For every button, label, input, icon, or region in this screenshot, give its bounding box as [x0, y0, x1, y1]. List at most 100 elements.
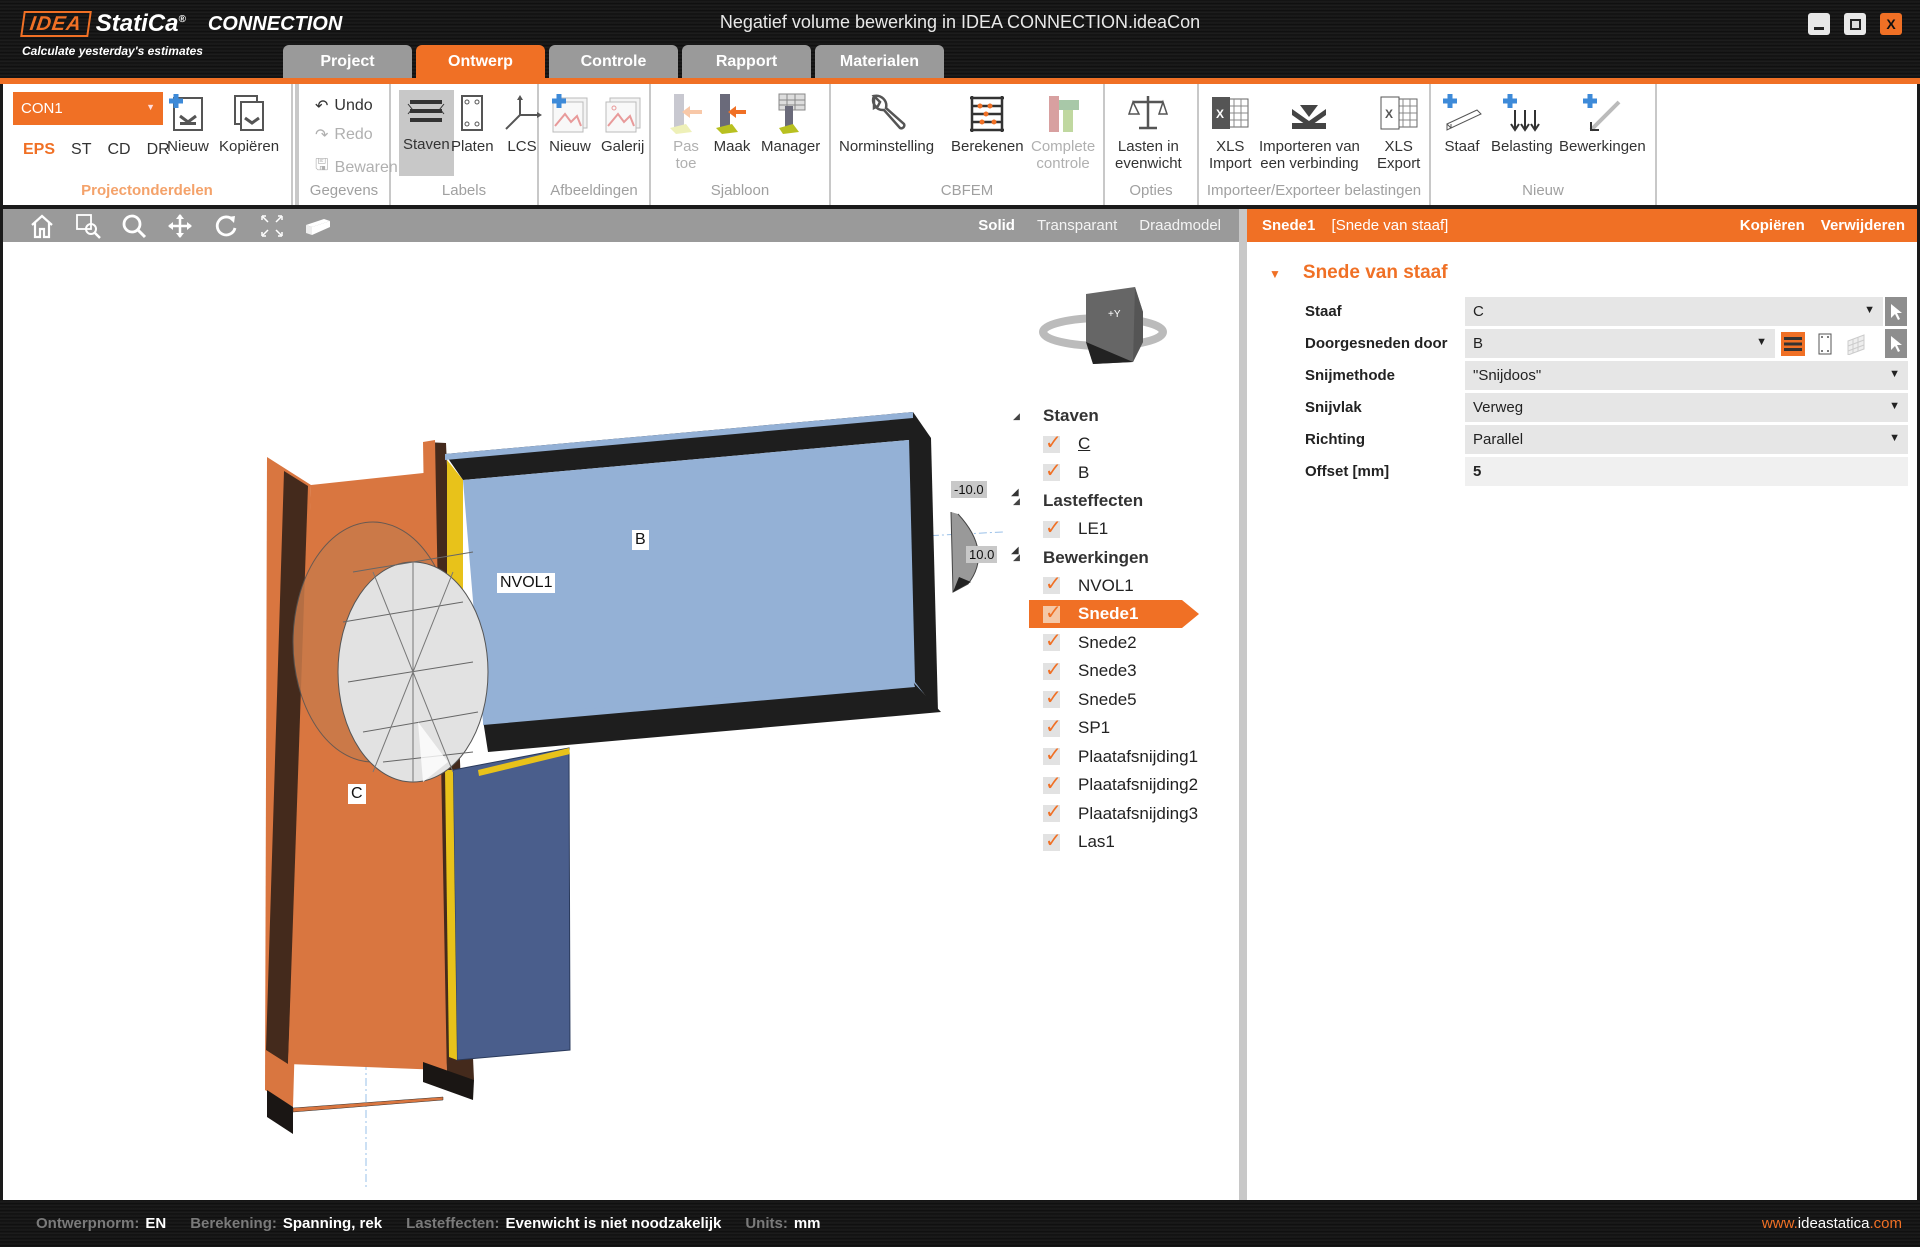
- tree-item-plaatafsnijding2[interactable]: Plaatafsnijding2: [1003, 771, 1233, 800]
- home-view-button[interactable]: [28, 213, 56, 239]
- pick-cut-by-button[interactable]: [1885, 329, 1907, 358]
- checkbox[interactable]: [1043, 458, 1062, 483]
- subtab-st[interactable]: ST: [71, 141, 91, 159]
- tree-group-bewerkingen[interactable]: ◢ Bewerkingen: [1003, 544, 1233, 572]
- cut-by-select[interactable]: B ▼: [1465, 329, 1775, 358]
- labels-staven-toggle[interactable]: Staven: [399, 90, 454, 176]
- collapse-icon[interactable]: ◢: [1003, 552, 1043, 563]
- end-plate[interactable]: [445, 747, 571, 1061]
- undo-button[interactable]: ↶ Undo: [315, 96, 373, 116]
- zoom-button[interactable]: [120, 213, 148, 239]
- render-transparent[interactable]: Transparant: [1037, 217, 1117, 234]
- checkbox[interactable]: [1043, 571, 1062, 596]
- import-connection-button[interactable]: Importeren van een verbinding: [1259, 92, 1360, 172]
- rotate-button[interactable]: [212, 213, 240, 239]
- checkbox[interactable]: [1043, 828, 1062, 853]
- new-image-button[interactable]: Nieuw: [549, 92, 591, 155]
- dimension-label-bottom[interactable]: 10.0: [966, 546, 998, 563]
- new-load-button[interactable]: Belasting: [1491, 92, 1553, 155]
- loads-equilibrium-button[interactable]: Lasten in evenwicht: [1115, 92, 1182, 172]
- collapse-icon[interactable]: ◢: [1003, 411, 1043, 422]
- checkbox[interactable]: [1043, 657, 1062, 682]
- delete-operation-button[interactable]: Verwijderen: [1821, 217, 1905, 234]
- tree-item-b[interactable]: B: [1003, 458, 1233, 488]
- tree-item-plaatafsnijding3[interactable]: Plaatafsnijding3: [1003, 799, 1233, 829]
- new-operation-button[interactable]: Bewerkingen: [1559, 92, 1646, 155]
- apply-template-button[interactable]: Pas toe: [665, 92, 707, 172]
- tree-item-nvol1[interactable]: NVOL1: [1003, 571, 1233, 601]
- offset-input[interactable]: 5: [1465, 457, 1908, 486]
- cut-by-member-toggle[interactable]: [1781, 332, 1805, 356]
- view-cube[interactable]: +Y: [1039, 287, 1167, 364]
- tree-item-snede5[interactable]: Snede5: [1003, 685, 1233, 715]
- collapse-icon[interactable]: ▼: [1269, 267, 1281, 281]
- template-manager-button[interactable]: Manager: [761, 92, 820, 155]
- labels-platen-toggle[interactable]: Platen: [451, 92, 494, 155]
- checkbox[interactable]: [1043, 771, 1062, 796]
- new-connection-button[interactable]: Nieuw: [167, 92, 209, 155]
- 3d-viewport[interactable]: +Y B C NVOL1 -10.0 10.0 ◢ ◢ ◢Staven C B …: [3, 242, 1239, 1200]
- pick-staaf-button[interactable]: [1885, 297, 1907, 326]
- code-setup-button[interactable]: Norminstelling: [839, 92, 934, 155]
- tab-ontwerp[interactable]: Ontwerp: [416, 45, 545, 78]
- render-solid[interactable]: Solid: [978, 217, 1015, 234]
- tab-materialen[interactable]: Materialen: [815, 45, 944, 78]
- xls-export-button[interactable]: X XLS Export: [1377, 92, 1420, 172]
- checkbox[interactable]: [1043, 600, 1062, 625]
- checkbox[interactable]: [1043, 685, 1062, 710]
- view-solid-button[interactable]: [304, 213, 332, 239]
- pan-button[interactable]: [166, 213, 194, 239]
- cut-by-workplane-toggle[interactable]: [1845, 332, 1869, 356]
- checkbox[interactable]: [1043, 742, 1062, 767]
- tree-item-sp1[interactable]: SP1: [1003, 714, 1233, 743]
- minimize-button[interactable]: [1808, 13, 1830, 35]
- tree-item-snede3[interactable]: Snede3: [1003, 657, 1233, 686]
- cut-method-select[interactable]: "Snijdoos" ▼: [1465, 361, 1908, 390]
- labels-lcs-toggle[interactable]: LCS: [501, 92, 543, 155]
- close-button[interactable]: X: [1880, 13, 1902, 35]
- redo-button[interactable]: ↷ Redo: [315, 125, 373, 145]
- full-check-label-2: controle: [1036, 155, 1090, 172]
- section-snede-van-staaf[interactable]: ▼ Snede van staaf: [1269, 262, 1448, 284]
- full-check-button[interactable]: Complete controle: [1031, 92, 1095, 172]
- maximize-button[interactable]: [1844, 13, 1866, 35]
- copy-connection-button[interactable]: Kopiëren: [219, 92, 279, 155]
- dimension-label-top[interactable]: -10.0: [951, 481, 987, 498]
- staaf-select[interactable]: C ▼: [1465, 297, 1883, 326]
- tree-item-plaatafsnijding1[interactable]: Plaatafsnijding1: [1003, 742, 1233, 772]
- panel-splitter[interactable]: [1239, 209, 1247, 1200]
- tree-item-snede2[interactable]: Snede2: [1003, 628, 1233, 658]
- calculate-button[interactable]: Berekenen: [951, 92, 1024, 155]
- cut-by-plate-toggle[interactable]: [1813, 332, 1837, 356]
- tree-item-c[interactable]: C: [1003, 430, 1233, 459]
- zoom-extents-button[interactable]: [258, 213, 286, 239]
- subtab-cd[interactable]: CD: [107, 141, 130, 159]
- direction-select[interactable]: Parallel ▼: [1465, 425, 1908, 454]
- gallery-button[interactable]: Galerij: [601, 92, 644, 155]
- make-template-button[interactable]: Maak: [711, 92, 753, 155]
- tree-group-lasteffecten[interactable]: ◢ Lasteffecten: [1003, 487, 1233, 515]
- tree-item-las1[interactable]: Las1: [1003, 828, 1233, 857]
- subtab-eps[interactable]: EPS: [23, 141, 55, 159]
- checkbox[interactable]: [1043, 430, 1062, 455]
- checkbox[interactable]: [1043, 714, 1062, 739]
- cut-plane-select[interactable]: Verweg ▼: [1465, 393, 1908, 422]
- zoom-window-button[interactable]: [74, 213, 102, 239]
- new-member-button[interactable]: Staaf: [1441, 92, 1483, 155]
- tab-rapport[interactable]: Rapport: [682, 45, 811, 78]
- save-button[interactable]: 🖫 Bewaren: [315, 154, 398, 181]
- collapse-icon[interactable]: ◢: [1003, 496, 1043, 507]
- tab-project[interactable]: Project: [283, 45, 412, 78]
- tree-item-le1[interactable]: LE1: [1003, 515, 1233, 544]
- checkbox[interactable]: [1043, 628, 1062, 653]
- tree-group-staven[interactable]: ◢ Staven: [1003, 402, 1233, 430]
- xls-import-button[interactable]: X XLS Import: [1209, 92, 1252, 172]
- tab-controle[interactable]: Controle: [549, 45, 678, 78]
- checkbox[interactable]: [1043, 799, 1062, 824]
- connection-select[interactable]: CON1 ▼: [13, 92, 163, 125]
- checkbox[interactable]: [1043, 515, 1062, 540]
- tree-item-snede1[interactable]: Snede1: [1003, 600, 1233, 629]
- render-wireframe[interactable]: Draadmodel: [1139, 217, 1221, 234]
- copy-operation-button[interactable]: Kopiëren: [1740, 217, 1805, 234]
- website-link[interactable]: www.ideastatica.com: [1762, 1215, 1902, 1232]
